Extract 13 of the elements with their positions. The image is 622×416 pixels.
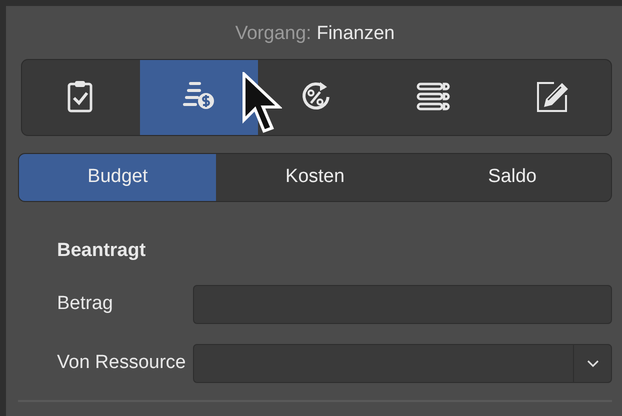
- chevron-down-icon: [586, 360, 598, 368]
- segment-tab[interactable]: Kosten: [216, 154, 414, 200]
- segment-tab[interactable]: Saldo: [414, 154, 611, 200]
- header-value: Finanzen: [316, 23, 395, 44]
- section-title: Beantragt: [57, 238, 147, 262]
- field-label: Betrag: [56, 292, 114, 316]
- edit-icon: [534, 79, 570, 115]
- input-field[interactable]: [193, 285, 612, 324]
- field-label: Von Ressource: [56, 351, 187, 376]
- dropdown-field[interactable]: [193, 344, 612, 383]
- header-label: Vorgang:: [235, 23, 312, 44]
- mouse-pointer-icon: [242, 72, 282, 134]
- segment-tab[interactable]: Budget: [19, 154, 216, 200]
